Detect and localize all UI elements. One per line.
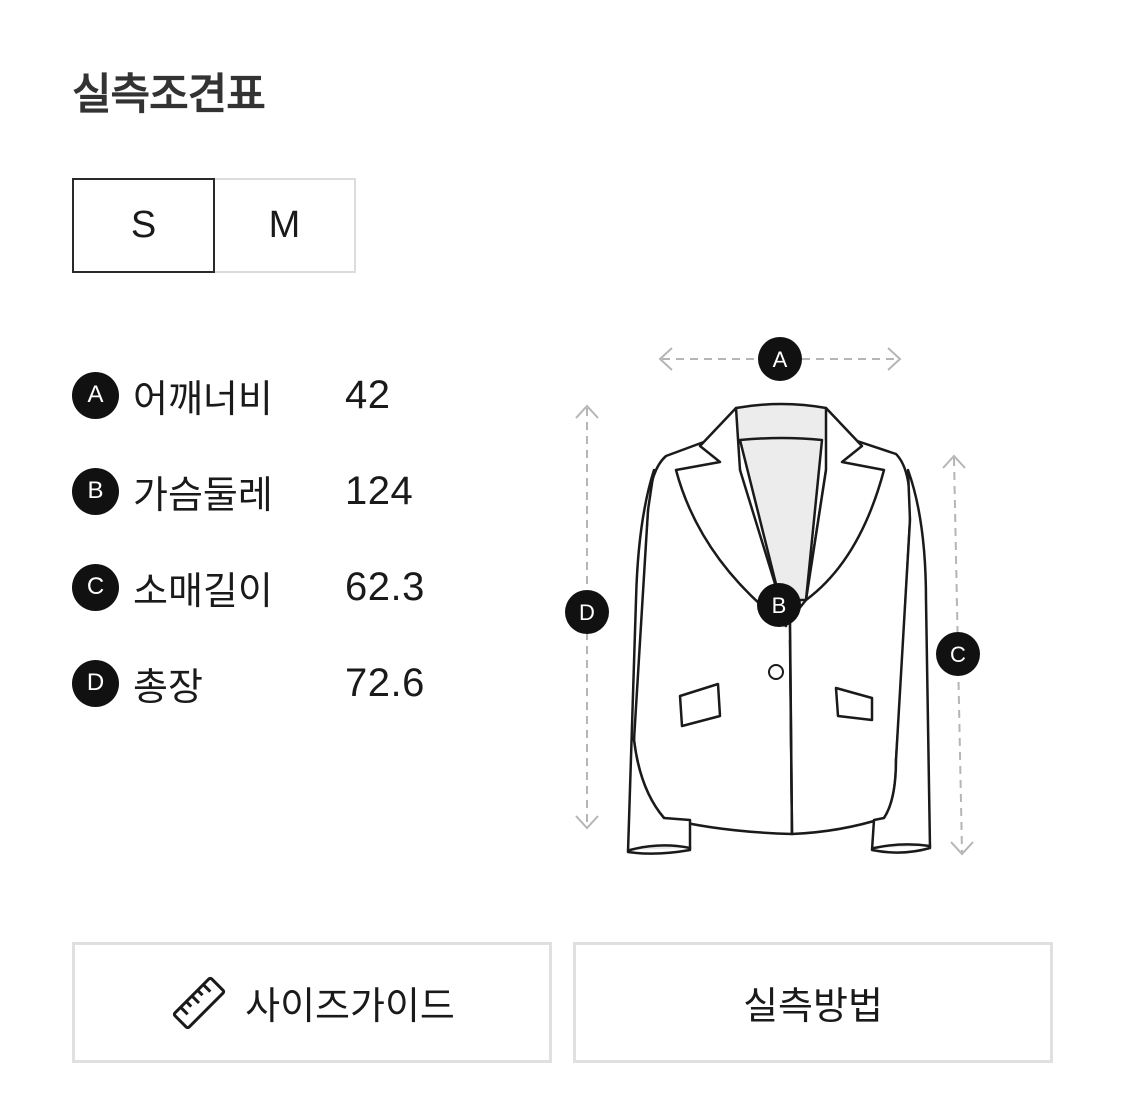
size-tab-m[interactable]: M	[213, 178, 356, 273]
size-guide-label: 사이즈가이드	[245, 984, 455, 1028]
diagram-marker-d: D	[565, 590, 609, 634]
marker-d-badge: D	[72, 659, 119, 707]
measurement-label: 소매길이	[133, 568, 273, 613]
measurement-value: 72.6	[345, 660, 425, 705]
marker-a-badge: A	[72, 371, 119, 419]
ruler-icon	[172, 976, 226, 1029]
page-title: 실측조견표	[72, 70, 266, 120]
measure-method-label: 실측방법	[743, 984, 883, 1028]
size-tab-s[interactable]: S	[72, 178, 215, 273]
diagram-marker-a: A	[758, 337, 802, 381]
diagram-marker-c-label: C	[950, 642, 966, 667]
measurement-row-length: D 총장 72.6	[72, 655, 425, 711]
diagram-marker-d-label: D	[579, 600, 595, 625]
diagram-marker-a-label: A	[773, 347, 788, 372]
diagram-marker-c: C	[936, 632, 980, 676]
measurement-row-shoulder: A 어깨너비 42	[72, 367, 425, 423]
jacket-diagram: A B C D	[565, 337, 980, 856]
measurement-value: 124	[345, 468, 414, 513]
measurement-row-chest: B 가슴둘레 124	[72, 463, 425, 519]
size-tabs: S M	[72, 178, 356, 273]
measurement-label: 가슴둘레	[133, 472, 273, 517]
measurement-table: A 어깨너비 42 B 가슴둘레 124 C 소매길이 62.3 D 총장 72…	[72, 367, 425, 751]
measurement-label: 어깨너비	[133, 376, 273, 421]
measurement-label: 총장	[133, 664, 203, 709]
measure-method-button[interactable]: 실측방법	[573, 942, 1053, 1063]
size-guide-button[interactable]: 사이즈가이드	[72, 942, 552, 1063]
marker-c-badge: C	[72, 563, 119, 611]
diagram-marker-b-label: B	[772, 593, 787, 618]
measurement-value: 42	[345, 372, 391, 417]
diagram-marker-b: B	[757, 583, 801, 627]
marker-b-badge: B	[72, 467, 119, 515]
measurement-row-sleeve: C 소매길이 62.3	[72, 559, 425, 615]
measurement-value: 62.3	[345, 564, 425, 609]
size-chart-panel: 실측조견표 S M A 어깨너비 42 B 가슴둘레 124 C 소매길이 62…	[0, 0, 1125, 1116]
jacket-outline	[626, 402, 932, 855]
